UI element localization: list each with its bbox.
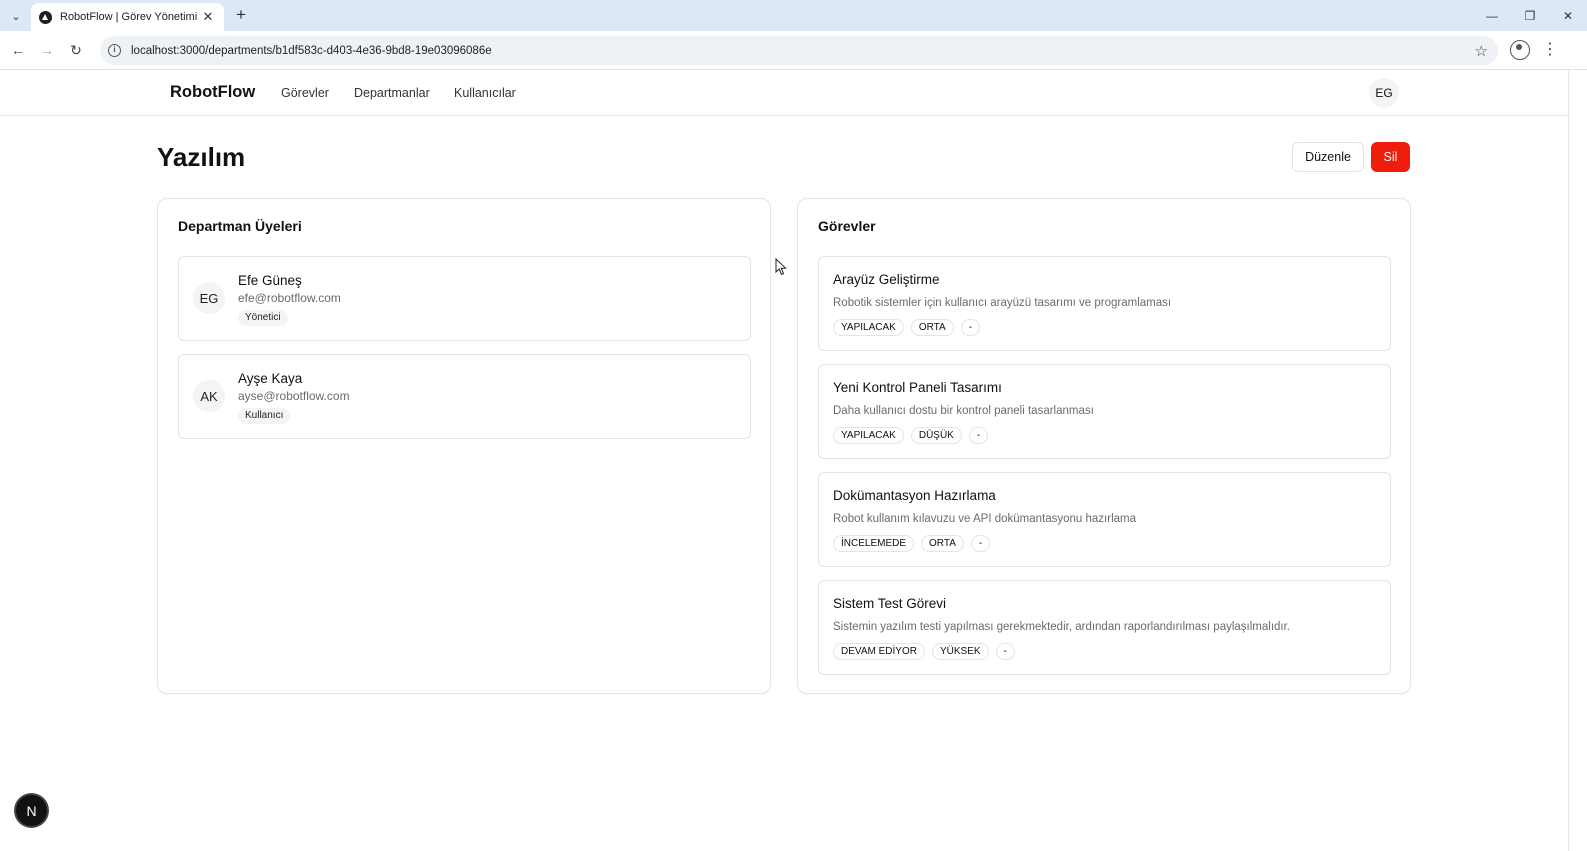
task-title: Dokümantasyon Hazırlama [833, 488, 996, 503]
extra-badge: - [995, 643, 1015, 660]
app-header: RobotFlow Görevler Departmanlar Kullanıc… [0, 70, 1568, 116]
task-tags: YAPILACAK ORTA - [833, 319, 981, 336]
status-badge: YAPILACAK [833, 319, 904, 336]
star-icon[interactable]: ☆ [1475, 42, 1488, 60]
task-title: Arayüz Geliştirme [833, 272, 940, 287]
url-text[interactable]: localhost:3000/departments/b1df583c-d403… [131, 45, 492, 57]
status-badge: İNCELEMEDE [833, 535, 915, 552]
favicon-icon [39, 10, 52, 24]
avatar: AK [193, 380, 225, 412]
back-icon[interactable]: ← [8, 40, 28, 60]
page-title: Yazılım [157, 142, 246, 172]
nav-users[interactable]: Kullanıcılar [454, 86, 516, 100]
extra-badge: - [970, 535, 991, 552]
task-description: Robot kullanım kılavuzu ve API dokümanta… [833, 513, 1136, 525]
plus-icon[interactable]: + [232, 6, 250, 24]
minimize-icon[interactable]: — [1473, 0, 1511, 31]
tasks-card-title: Görevler [818, 218, 876, 234]
cursor-icon [775, 258, 787, 276]
member-email: ayse@robotflow.com [238, 389, 350, 403]
task-tags: YAPILACAK DÜŞÜK - [833, 427, 989, 444]
scrollbar-track[interactable] [1568, 70, 1587, 851]
tab-title: RobotFlow | Görev Yönetimi [60, 11, 198, 23]
priority-badge: YÜKSEK [931, 643, 989, 660]
role-badge: Yönetici [238, 310, 288, 326]
brand-logo[interactable]: RobotFlow [170, 83, 255, 102]
window-close-icon[interactable]: ✕ [1549, 0, 1587, 31]
dev-tools-badge[interactable]: N [16, 795, 47, 826]
task-description: Daha kullanıcı dostu bir kontrol paneli … [833, 405, 1094, 417]
browser-toolbar: ← → ↻ i localhost:3000/departments/b1df5… [0, 31, 1587, 70]
status-badge: YAPILACAK [833, 427, 904, 444]
kebab-icon[interactable]: ⋮ [1540, 40, 1560, 60]
extra-badge: - [968, 427, 989, 444]
role-badge: Kullanıcı [238, 408, 291, 424]
priority-badge: DÜŞÜK [910, 427, 962, 444]
task-item[interactable]: Dokümantasyon Hazırlama Robot kullanım k… [818, 472, 1391, 567]
task-item[interactable]: Arayüz Geliştirme Robotik sistemler için… [818, 256, 1391, 351]
member-item[interactable]: AK Ayşe Kaya ayse@robotflow.com Kullanıc… [178, 354, 751, 439]
task-tags: DEVAM EDİYOR YÜKSEK - [833, 643, 1015, 660]
status-badge: DEVAM EDİYOR [833, 643, 925, 660]
priority-badge: ORTA [910, 319, 954, 336]
tab-dropdown-icon[interactable]: ⌄ [6, 6, 26, 26]
task-title: Sistem Test Görevi [833, 596, 947, 611]
member-name: Efe Güneş [238, 273, 302, 288]
restore-icon[interactable]: ❐ [1511, 0, 1549, 31]
window-controls: — ❐ ✕ [1473, 0, 1587, 31]
member-email: efe@robotflow.com [238, 291, 341, 305]
close-icon[interactable]: ✕ [200, 9, 216, 25]
address-bar[interactable]: i localhost:3000/departments/b1df583c-d4… [100, 36, 1498, 65]
info-icon[interactable]: i [108, 44, 121, 57]
browser-tab[interactable]: RobotFlow | Görev Yönetimi ✕ [31, 3, 224, 31]
browser-tabbar: ⌄ RobotFlow | Görev Yönetimi ✕ + — ❐ ✕ [0, 0, 1587, 31]
forward-icon[interactable]: → [37, 40, 57, 60]
user-avatar[interactable]: EG [1369, 78, 1399, 108]
task-title: Yeni Kontrol Paneli Tasarımı [833, 380, 1002, 395]
nav-tasks[interactable]: Görevler [281, 86, 329, 100]
reload-icon[interactable]: ↻ [66, 40, 86, 60]
task-item[interactable]: Yeni Kontrol Paneli Tasarımı Daha kullan… [818, 364, 1391, 459]
task-description: Sistemin yazılım testi yapılması gerekme… [833, 621, 1290, 633]
profile-icon[interactable] [1510, 40, 1530, 60]
delete-button[interactable]: Sil [1371, 142, 1410, 172]
members-card-title: Departman Üyeleri [178, 218, 302, 234]
edit-button[interactable]: Düzenle [1292, 142, 1364, 172]
tasks-card: Görevler Arayüz Geliştirme Robotik siste… [797, 198, 1411, 694]
task-description: Robotik sistemler için kullanıcı arayüzü… [833, 297, 1172, 309]
members-card: Departman Üyeleri EG Efe Güneş efe@robot… [157, 198, 771, 694]
extra-badge: - [960, 319, 981, 336]
priority-badge: ORTA [921, 535, 964, 552]
member-item[interactable]: EG Efe Güneş efe@robotflow.com Yönetici [178, 256, 751, 341]
task-item[interactable]: Sistem Test Görevi Sistemin yazılım test… [818, 580, 1391, 675]
nav-departments[interactable]: Departmanlar [354, 86, 430, 100]
avatar: EG [193, 282, 225, 314]
task-tags: İNCELEMEDE ORTA - [833, 535, 991, 552]
member-name: Ayşe Kaya [238, 371, 303, 386]
